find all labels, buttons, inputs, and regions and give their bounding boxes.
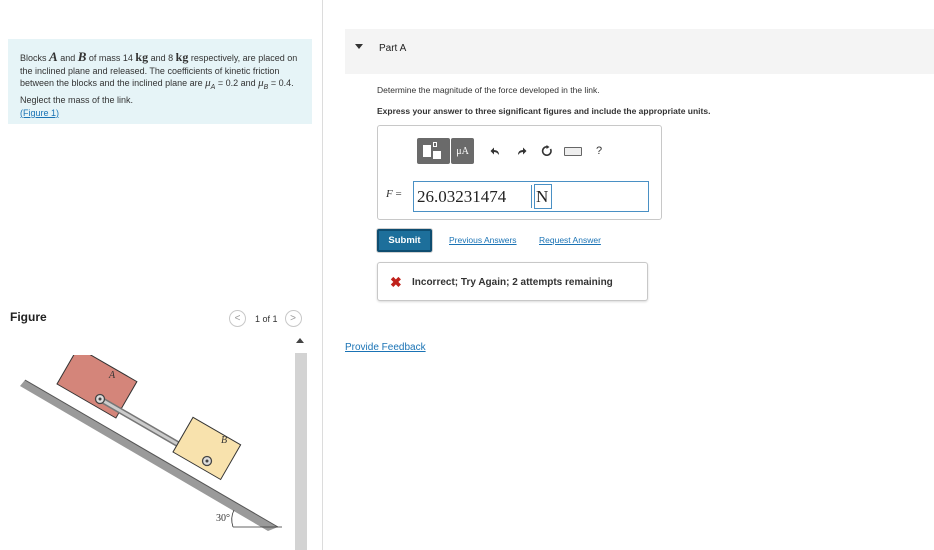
answer-unit-input[interactable] — [536, 186, 644, 208]
answer-value-input[interactable] — [417, 186, 530, 208]
previous-answers-link[interactable]: Previous Answers — [449, 235, 517, 245]
problem-text: and 8 — [148, 53, 176, 63]
answer-variable: F — [386, 188, 393, 200]
unit-box — [534, 184, 552, 209]
answer-box: μA ? F = — [377, 125, 662, 220]
keyboard-icon[interactable] — [560, 140, 586, 162]
problem-statement: Blocks A and B of mass 14 kg and 8 kg re… — [8, 39, 312, 124]
reset-icon[interactable] — [534, 140, 560, 162]
undo-icon[interactable] — [482, 140, 508, 162]
instruction-express: Express your answer to three significant… — [377, 106, 711, 116]
figure-pager: < 1 of 1 > — [229, 310, 302, 327]
unit-kg: kg — [135, 50, 149, 64]
chevron-left-icon[interactable]: < — [229, 310, 246, 327]
x-icon: ✖ — [390, 274, 402, 290]
label-b: B — [221, 435, 227, 446]
part-title: Part A — [379, 43, 407, 54]
request-answer-link[interactable]: Request Answer — [539, 235, 601, 245]
scroll-up-arrow-icon[interactable] — [296, 338, 304, 343]
problem-text: Blocks — [20, 53, 50, 63]
problem-text: = 0.2 and — [215, 78, 259, 88]
field-separator — [531, 185, 532, 208]
units-button[interactable]: μA — [451, 138, 474, 164]
angle-arc — [231, 509, 235, 528]
answer-equals: = — [392, 188, 402, 200]
angle-label: 30° — [216, 513, 230, 524]
feedback-text: Incorrect; Try Again; 2 attempts remaini… — [412, 277, 613, 288]
part-header[interactable] — [345, 29, 934, 74]
incline-base — [20, 380, 278, 531]
figure-label: Figure — [10, 310, 47, 324]
collapse-caret-icon[interactable] — [355, 44, 363, 49]
answer-label: F = — [386, 188, 402, 200]
problem-text: and — [57, 53, 78, 63]
var-a: A — [49, 49, 58, 64]
redo-icon[interactable] — [508, 140, 534, 162]
help-button[interactable]: ? — [586, 140, 612, 162]
chevron-right-icon[interactable]: > — [284, 310, 302, 327]
block-b — [172, 416, 242, 481]
incline-surface — [24, 379, 279, 528]
label-a: A — [108, 370, 116, 381]
pin-b-center — [205, 459, 209, 463]
figure-scrollbar[interactable] — [295, 353, 307, 550]
instruction: Determine the magnitude of the force dev… — [377, 85, 600, 95]
problem-text: of mass 14 — [86, 53, 136, 63]
inclined-plane-figure: A B 30° — [20, 355, 282, 531]
templates-icon[interactable] — [417, 138, 450, 164]
panel-divider — [322, 0, 323, 550]
provide-feedback-link[interactable]: Provide Feedback — [345, 342, 426, 353]
pager-text: 1 of 1 — [255, 313, 278, 324]
answer-field — [413, 181, 649, 212]
submit-button[interactable]: Submit — [377, 229, 432, 252]
feedback-message: ✖ Incorrect; Try Again; 2 attempts remai… — [377, 262, 648, 301]
figure-link[interactable]: (Figure 1) — [20, 108, 59, 118]
math-toolbar: μA ? — [417, 138, 612, 164]
page: Blocks A and B of mass 14 kg and 8 kg re… — [0, 0, 934, 550]
pin-a-center — [98, 397, 102, 401]
unit-kg: kg — [175, 50, 189, 64]
